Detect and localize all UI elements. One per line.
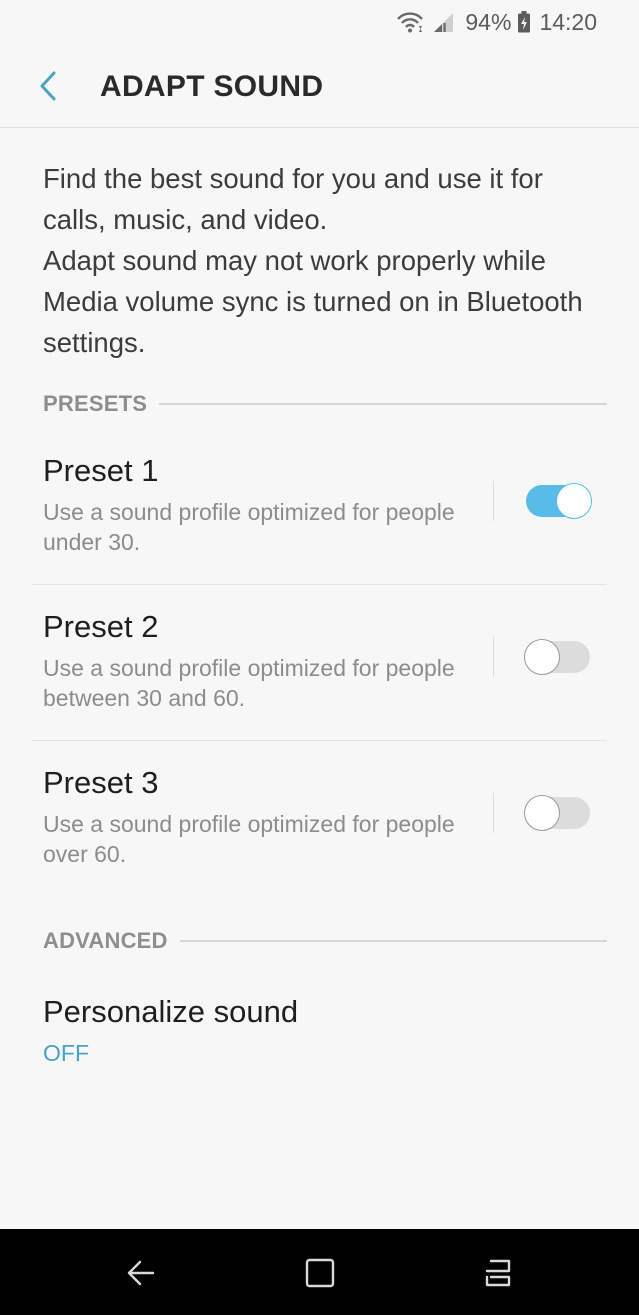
preset-description: Use a sound profile optimized for people… bbox=[43, 655, 455, 711]
page-title: ADAPT SOUND bbox=[100, 70, 324, 103]
battery-percent: 94% bbox=[465, 8, 512, 35]
description: Find the best sound for you and use it f… bbox=[43, 158, 603, 363]
battery-charging-icon bbox=[517, 10, 531, 34]
status-bar: 94% 14:20 bbox=[0, 0, 639, 44]
preset-row-1[interactable]: Preset 1 Use a sound profile optimized f… bbox=[32, 429, 607, 585]
row-divider bbox=[493, 481, 494, 521]
preset-row-2[interactable]: Preset 2 Use a sound profile optimized f… bbox=[32, 585, 607, 741]
preset-row-3[interactable]: Preset 3 Use a sound profile optimized f… bbox=[32, 741, 607, 897]
nav-back-button[interactable] bbox=[118, 1251, 162, 1295]
preset-title: Preset 3 bbox=[43, 765, 159, 800]
toggle-knob bbox=[524, 639, 560, 675]
personalize-sound-item[interactable]: Personalize sound OFF bbox=[32, 980, 607, 1080]
preset-2-toggle[interactable] bbox=[524, 639, 592, 675]
recents-icon bbox=[485, 1259, 511, 1287]
row-divider bbox=[493, 793, 494, 833]
clock: 14:20 bbox=[539, 8, 597, 35]
presets-section-header: PRESETS bbox=[43, 389, 607, 419]
navigation-bar bbox=[0, 1229, 639, 1315]
advanced-section-header: ADVANCED bbox=[43, 926, 607, 956]
row-divider bbox=[493, 637, 494, 677]
signal-icon bbox=[431, 10, 455, 34]
preset-description: Use a sound profile optimized for people… bbox=[43, 811, 455, 867]
personalize-sound-status: OFF bbox=[43, 1040, 89, 1066]
back-button[interactable] bbox=[28, 66, 68, 106]
toggle-knob bbox=[556, 483, 592, 519]
nav-recents-button[interactable] bbox=[476, 1251, 520, 1295]
section-divider bbox=[159, 403, 607, 405]
preset-3-toggle[interactable] bbox=[524, 795, 592, 831]
chevron-left-icon bbox=[40, 71, 56, 101]
description-line-1: Find the best sound for you and use it f… bbox=[43, 163, 543, 235]
section-divider bbox=[179, 940, 607, 942]
presets-label: PRESETS bbox=[43, 391, 148, 416]
preset-title: Preset 2 bbox=[43, 609, 159, 644]
personalize-sound-title: Personalize sound bbox=[43, 994, 299, 1029]
description-line-2: Adapt sound may not work properly while … bbox=[43, 245, 583, 358]
advanced-label: ADVANCED bbox=[43, 928, 168, 953]
app-bar: ADAPT SOUND bbox=[0, 44, 639, 128]
toggle-knob bbox=[524, 795, 560, 831]
preset-description: Use a sound profile optimized for people… bbox=[43, 499, 455, 555]
preset-title: Preset 1 bbox=[43, 453, 159, 488]
preset-1-toggle[interactable] bbox=[524, 483, 592, 519]
wifi-icon bbox=[395, 10, 425, 34]
back-icon bbox=[127, 1260, 155, 1286]
home-icon bbox=[305, 1258, 335, 1288]
nav-home-button[interactable] bbox=[298, 1251, 342, 1295]
